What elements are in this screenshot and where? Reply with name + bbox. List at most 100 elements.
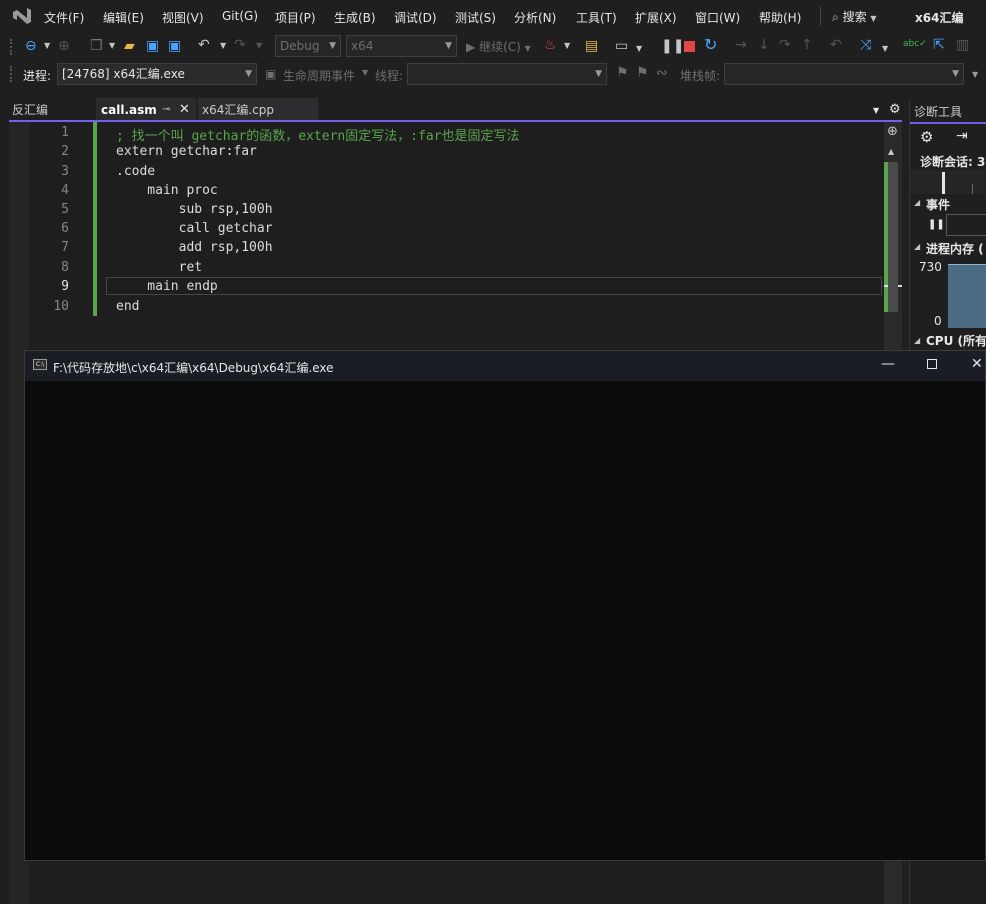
code-line: end [116,299,140,314]
collapse-icon[interactable]: ◢ [914,198,920,207]
scroll-up-icon[interactable]: ▲ [888,147,894,156]
menu-help[interactable]: 帮助(H) [759,9,801,26]
diagnostic-session: 诊断会话: 3 [920,155,986,169]
undo-icon[interactable]: ↶ [198,37,210,53]
chevron-down-icon[interactable]: ▼ [362,68,368,77]
step-into-icon[interactable]: ↓ [758,37,770,53]
show-next-statement-icon[interactable]: → [735,37,747,53]
redo-icon[interactable]: ↷ [234,37,246,53]
continue-button[interactable]: ▶ 继续(C) ▼ [466,38,531,55]
console-window[interactable]: C:\ F:\代码存放地\c\x64汇编\x64\Debug\x64汇编.exe… [24,350,986,861]
menu-analyze[interactable]: 分析(N) [514,9,556,26]
live-visual-tree-icon[interactable]: ▥ [956,37,969,53]
hot-reload-icon[interactable]: ♨ [544,37,557,53]
maximize-icon[interactable] [927,359,937,369]
collapse-icon[interactable]: ◢ [914,242,920,251]
line-number: 5 [61,202,69,217]
chevron-down-icon[interactable]: ▼ [882,41,888,57]
menu-debug[interactable]: 调试(D) [394,9,437,26]
menu-view[interactable]: 视图(V) [162,9,204,26]
console-title-bar[interactable]: C:\ F:\代码存放地\c\x64汇编\x64\Debug\x64汇编.exe… [25,351,985,381]
timeline-ruler[interactable] [910,170,986,194]
menu-extensions[interactable]: 扩展(X) [635,9,677,26]
tab-x64-cpp[interactable]: x64汇编.cpp [198,98,318,122]
chevron-down-icon[interactable]: ▼ [256,38,262,54]
process-value: [24768] x64汇编.exe [62,67,185,81]
chevron-down-icon[interactable]: ▼ [220,38,226,54]
spell-check-icon[interactable]: abc✓ [903,36,927,52]
chevron-down-icon[interactable]: ▼ [636,41,642,57]
save-icon[interactable]: ▣ [146,38,159,54]
chevron-down-icon[interactable]: ▼ [44,38,50,54]
configuration-select[interactable]: Debug ▼ [275,35,341,57]
new-project-icon[interactable]: ❒ [90,38,103,54]
close-icon[interactable]: ✕ [179,98,190,122]
step-back-icon[interactable]: ↶ [830,37,842,53]
code-line: sub rsp,100h [116,202,273,217]
code-line: call getchar [116,221,273,236]
tab-disassembly[interactable]: 反汇编 [0,98,94,122]
platform-value: x64 [351,39,374,53]
chevron-down-icon[interactable]: ▼ [109,38,115,54]
export-icon[interactable]: ⇥ [956,128,968,144]
menu-project[interactable]: 项目(P) [275,9,316,26]
thread-label: 线程: [375,69,404,83]
save-all-icon[interactable]: ▣ [168,38,181,54]
pause-icon[interactable]: ❚❚ [928,219,945,230]
menu-edit[interactable]: 编辑(E) [103,9,144,26]
standard-toolbar: ⊖ ▼ ⊕ ❒ ▼ ▰ ▣ ▣ ↶ ▼ ↷ ▼ Debug ▼ x64 ▼ ▶ … [0,33,986,60]
process-select[interactable]: [24768] x64汇编.exe ▼ [57,63,257,85]
toolbar-grip[interactable] [10,39,14,55]
search-button[interactable]: ⌕ 搜索 ▼ [832,8,877,25]
navigate-back-icon[interactable]: ⊖ [25,38,37,54]
restart-icon[interactable]: ↻ [704,37,717,53]
tab-call-asm[interactable]: call.asm ⊸ ✕ [96,98,196,122]
thread-select[interactable]: ▼ [407,63,607,85]
debug-location-toolbar: 进程: [24768] x64汇编.exe ▼ ▣ 生命周期事件 ▼ 线程: ▼… [0,60,986,88]
open-folder-icon[interactable]: ▰ [124,38,135,54]
flag-thread-icon[interactable]: ⚑ [616,65,629,81]
platform-select[interactable]: x64 ▼ [346,35,457,57]
pin-icon[interactable]: ⊸ [162,98,170,122]
window-layout-icon[interactable]: ▭ [615,38,628,54]
minimize-icon[interactable]: — [881,356,895,372]
menu-tools[interactable]: 工具(T) [576,9,617,26]
toolbar-grip[interactable] [10,66,14,82]
toolbar-overflow-icon[interactable]: ▼ [972,70,978,79]
memory-graph [948,264,986,328]
process-label: 进程: [23,69,52,83]
toggle-flagged-threads-icon[interactable]: ⚑ [636,65,649,81]
lifecycle-events-icon[interactable]: ▣ [265,66,276,82]
close-icon[interactable]: ✕ [971,356,983,372]
navigate-forward-icon[interactable]: ⊕ [58,38,70,54]
menu-git[interactable]: Git(G) [222,9,258,23]
collapse-icon[interactable]: ◢ [914,336,920,345]
stop-icon[interactable] [684,41,695,52]
show-threads-in-source-icon[interactable]: ∾ [656,65,668,81]
menu-file[interactable]: 文件(F) [44,9,84,26]
menu-divider [820,6,821,26]
step-over-icon[interactable]: ↷ [779,37,791,53]
search-label: 搜索 [842,10,867,24]
chevron-down-icon: ▼ [952,69,959,79]
chevron-down-icon[interactable]: ▼ [564,38,570,54]
menu-build[interactable]: 生成(B) [334,9,376,26]
menu-window[interactable]: 窗口(W) [695,9,740,26]
select-element-icon[interactable]: ⇱ [933,37,945,53]
split-window-icon[interactable]: ⊕ [887,124,898,139]
gear-icon[interactable]: ⚙ [889,102,901,117]
stack-frame-select[interactable]: ▼ [724,63,964,85]
console-output-area[interactable] [25,381,985,860]
tab-list-dropdown-icon[interactable]: ▼ [873,106,879,115]
lifecycle-events-label[interactable]: 生命周期事件 [283,67,355,84]
scrollbar-thumb[interactable] [888,162,898,312]
timeline-cursor[interactable] [942,172,945,194]
visual-studio-logo-icon[interactable] [11,6,33,26]
performance-profiler-icon[interactable]: ⤨ [860,37,871,53]
settings-gear-icon[interactable]: ⚙ [920,128,933,146]
step-out-icon[interactable]: ↑ [801,37,813,53]
menu-test[interactable]: 测试(S) [455,9,496,26]
browse-folder-icon[interactable]: ▤ [585,38,598,54]
pause-icon[interactable]: ❚❚ [661,38,684,54]
code-line: main proc [116,183,218,198]
